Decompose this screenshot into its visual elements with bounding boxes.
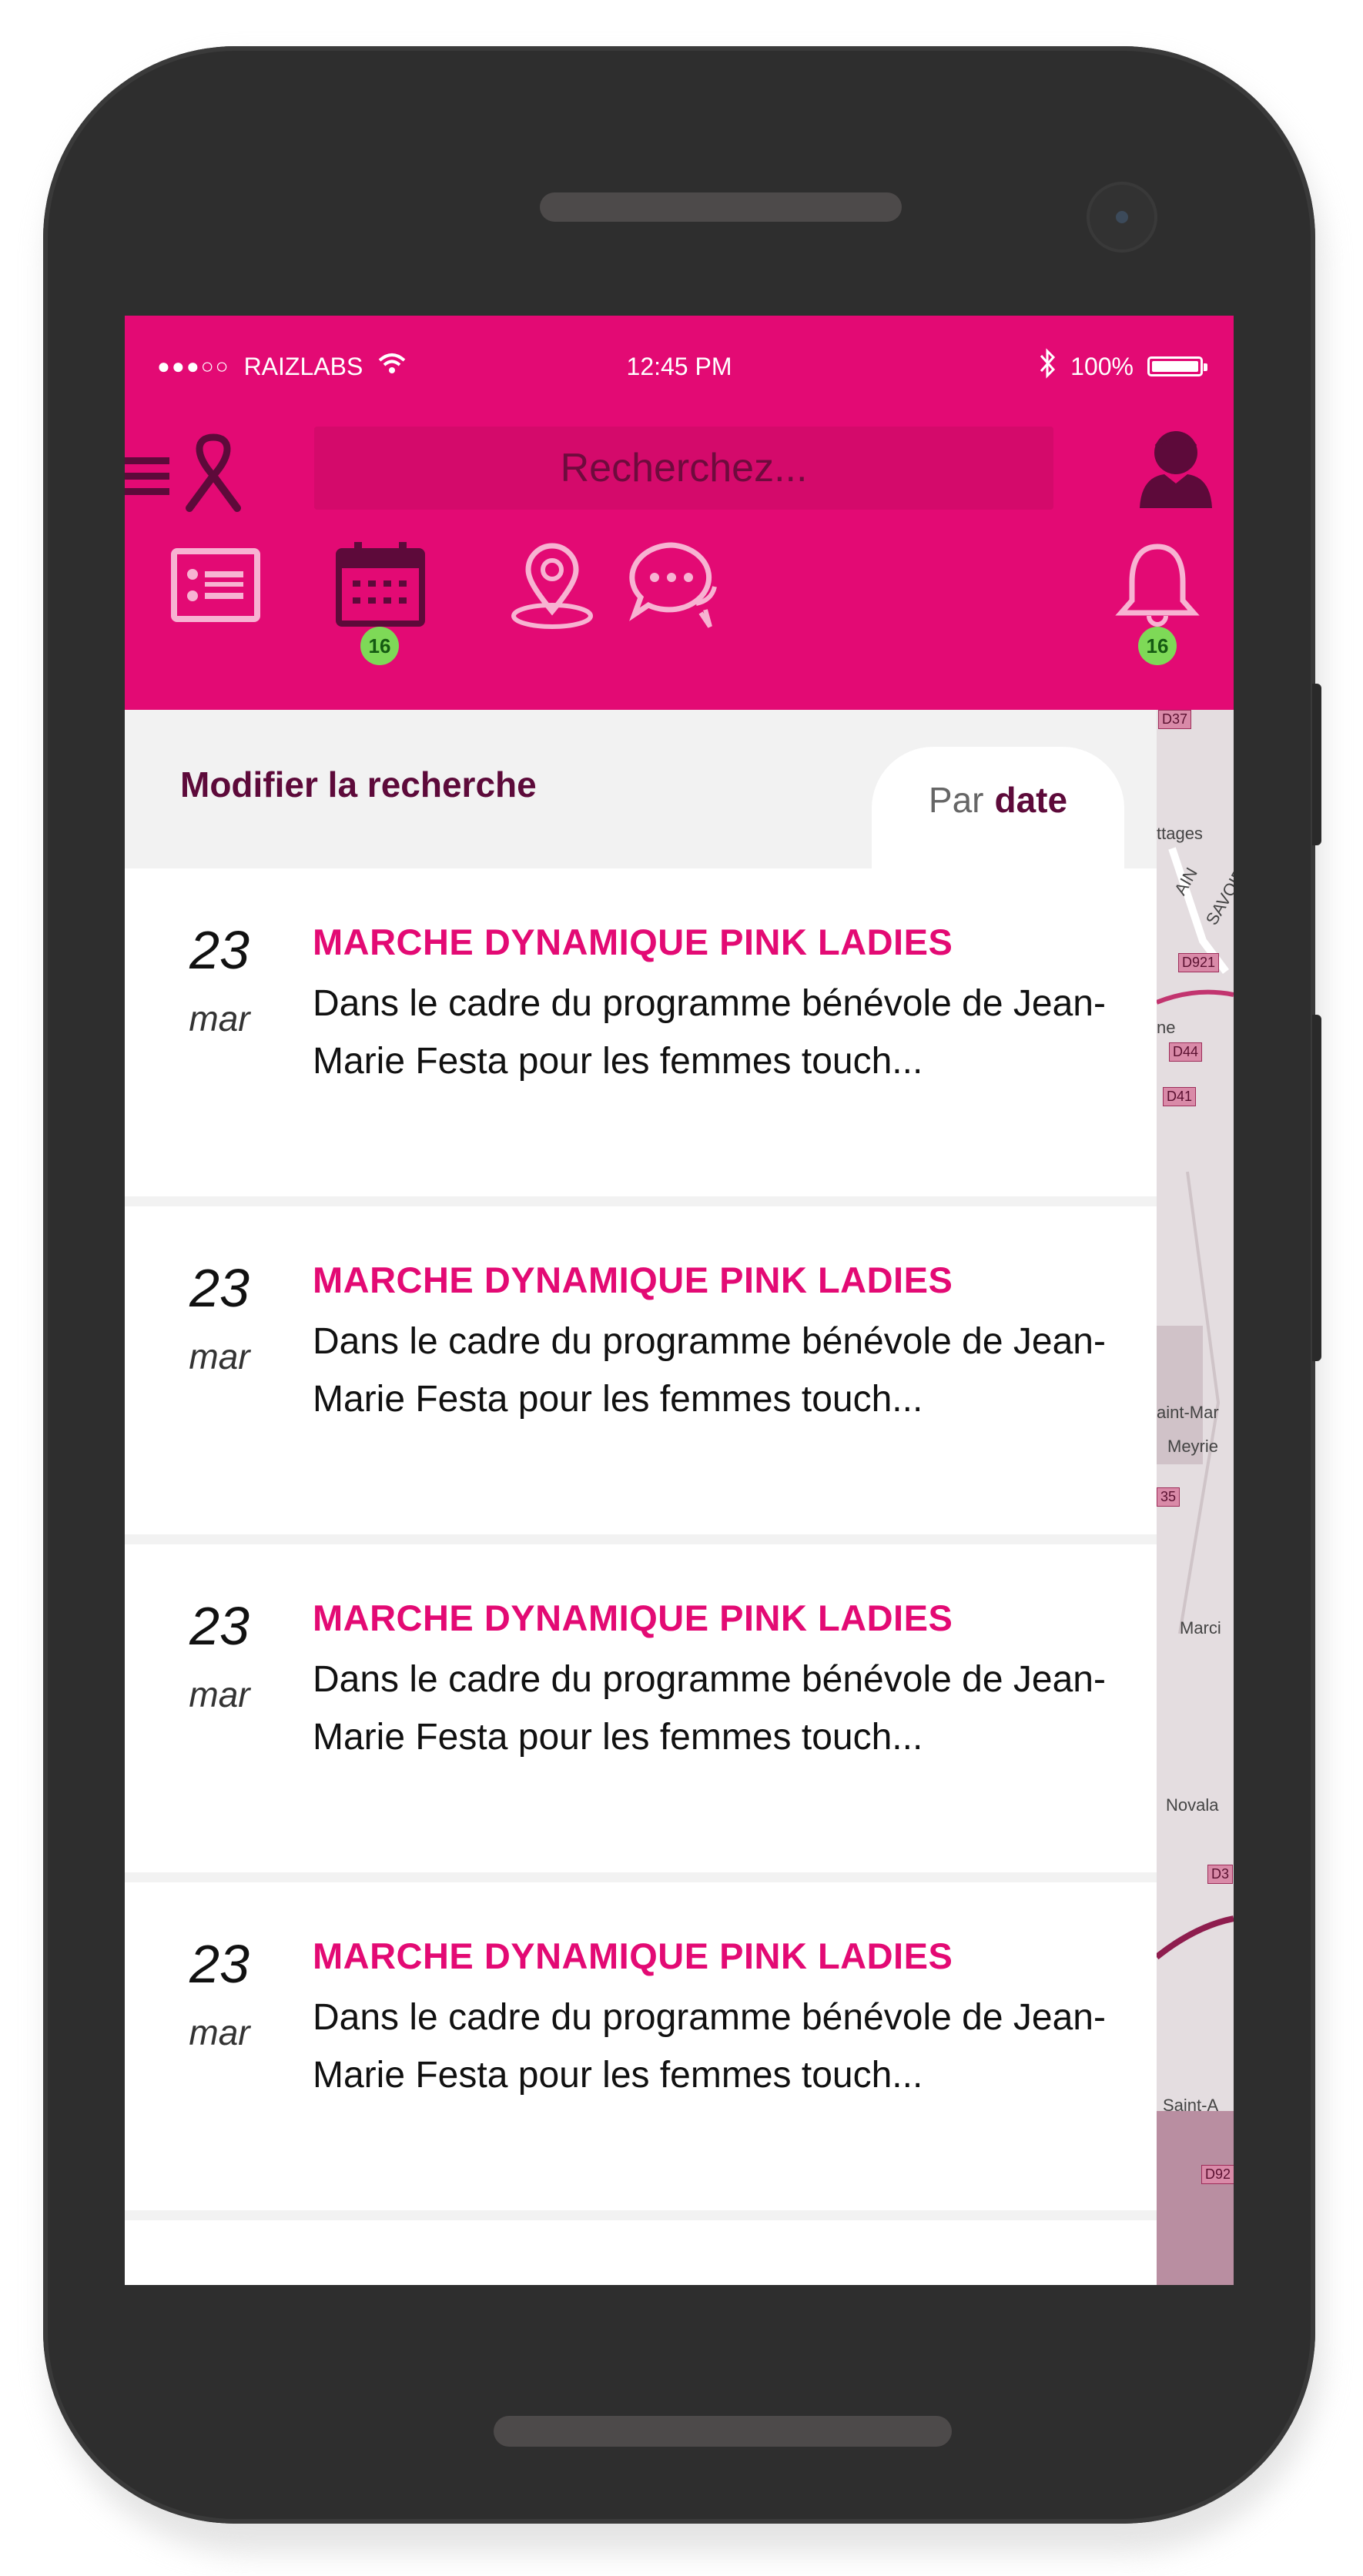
- event-item[interactable]: 23 mar MARCHE DYNAMIQUE PINK LADIES Dans…: [125, 1206, 1157, 1534]
- search-field[interactable]: [314, 426, 1053, 510]
- status-bar-right: 100%: [1038, 343, 1207, 390]
- event-item[interactable]: 23 mar MARCHE DYNAMIQUE PINK LADIES Dans…: [125, 1544, 1157, 1872]
- modify-search-link[interactable]: Modifier la recherche: [180, 764, 537, 805]
- menu-icon[interactable]: [125, 447, 177, 508]
- event-item[interactable]: 23 mar MARCHE DYNAMIQUE PINK LADIES Dans…: [125, 1882, 1157, 2210]
- map-label: D92: [1201, 2165, 1234, 2184]
- location-pin-icon[interactable]: [510, 542, 594, 631]
- avatar-icon[interactable]: [1134, 423, 1218, 511]
- event-day: 23: [189, 920, 249, 980]
- event-description: Dans le cadre du programme bénévole de J…: [313, 1659, 1106, 1758]
- search-input[interactable]: [314, 426, 1053, 510]
- event-month: mar: [189, 1337, 250, 1377]
- filter-bar: Modifier la recherche Par date: [125, 710, 1157, 868]
- map-label: D41: [1163, 1087, 1197, 1106]
- event-day: 23: [189, 1934, 249, 1994]
- map-label: D37: [1158, 710, 1192, 729]
- event-list-panel: Modifier la recherche Par date 23 mar MA…: [125, 710, 1157, 2285]
- sort-prefix: Par: [928, 780, 984, 820]
- map-label: Marci: [1180, 1618, 1221, 1638]
- map-label: 35: [1157, 1487, 1180, 1507]
- map-view[interactable]: D37 ttages AIN SAVOIE D921 ne D44 D41 ai…: [1157, 710, 1234, 2285]
- event-description: Dans le cadre du programme bénévole de J…: [313, 1321, 1106, 1420]
- event-day: 23: [189, 1596, 249, 1656]
- event-title: MARCHE DYNAMIQUE PINK LADIES: [313, 922, 953, 962]
- event-item-partial[interactable]: [125, 2220, 1157, 2285]
- map-label: ne: [1157, 1018, 1176, 1037]
- chat-icon[interactable]: [625, 539, 721, 634]
- event-month: mar: [189, 2012, 250, 2052]
- screen: ●●●○○ RAIZLABS 12:45 PM 100% Recherchez.…: [125, 316, 1234, 2285]
- sort-by-tab[interactable]: Par date: [872, 747, 1124, 868]
- phone-home-bar[interactable]: [494, 2416, 952, 2447]
- phone-speaker: [540, 192, 902, 222]
- calendar-badge: 16: [360, 627, 399, 665]
- list-icon[interactable]: [171, 547, 260, 624]
- map-label: Meyrie: [1167, 1437, 1219, 1456]
- ribbon-icon[interactable]: [179, 431, 248, 516]
- map-label: ttages: [1157, 824, 1203, 843]
- map-label: D921: [1178, 953, 1220, 972]
- event-list: 23 mar MARCHE DYNAMIQUE PINK LADIES Dans…: [125, 868, 1157, 2285]
- map-label: aint-Mar: [1157, 1403, 1219, 1422]
- bell-icon[interactable]: [1115, 539, 1200, 631]
- event-title: MARCHE DYNAMIQUE PINK LADIES: [313, 1597, 953, 1638]
- event-item[interactable]: 23 mar MARCHE DYNAMIQUE PINK LADIES Dans…: [125, 868, 1157, 1196]
- map-label: D44: [1169, 1042, 1203, 1062]
- power-button: [1312, 1015, 1321, 1361]
- event-title: MARCHE DYNAMIQUE PINK LADIES: [313, 1260, 953, 1300]
- bluetooth-icon: [1038, 348, 1057, 385]
- event-title: MARCHE DYNAMIQUE PINK LADIES: [313, 1935, 953, 1976]
- map-label: D3: [1207, 1865, 1234, 1884]
- event-month: mar: [189, 1674, 250, 1715]
- event-description: Dans le cadre du programme bénévole de J…: [313, 1997, 1106, 2096]
- battery-percent: 100%: [1070, 352, 1134, 380]
- clock: 12:45 PM: [626, 352, 732, 380]
- app-header: ●●●○○ RAIZLABS 12:45 PM 100% Recherchez.…: [125, 316, 1234, 710]
- sort-value: date: [994, 780, 1068, 820]
- volume-button: [1312, 684, 1321, 845]
- notifications-badge: 16: [1138, 627, 1177, 665]
- event-day: 23: [189, 1258, 249, 1318]
- map-label: Saint-A: [1163, 2096, 1219, 2115]
- calendar-icon[interactable]: [336, 539, 425, 628]
- battery-icon: [1147, 356, 1207, 376]
- event-month: mar: [189, 999, 250, 1039]
- event-description: Dans le cadre du programme bénévole de J…: [313, 983, 1106, 1082]
- phone-camera: [1087, 182, 1157, 253]
- map-label: Novala: [1166, 1795, 1219, 1815]
